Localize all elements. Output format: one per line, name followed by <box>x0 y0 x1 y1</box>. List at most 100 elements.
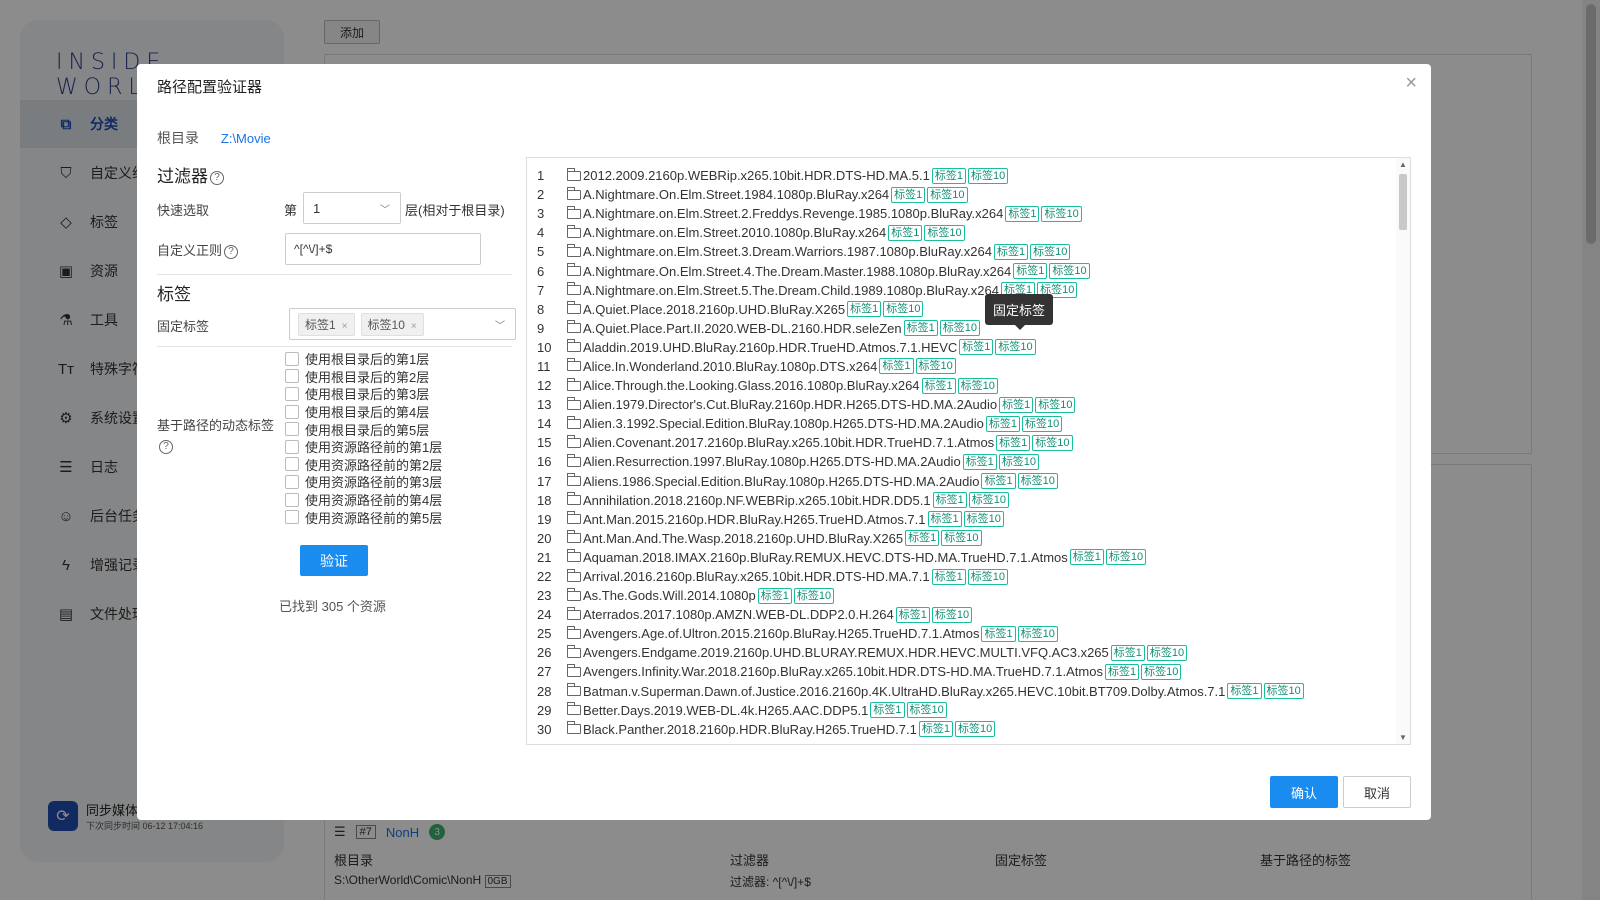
folder-icon <box>567 301 581 315</box>
dynamic-tag-option[interactable]: 使用根目录后的第3层 <box>285 385 442 403</box>
confirm-button[interactable]: 确认 <box>1270 776 1338 808</box>
checkbox[interactable] <box>285 439 299 454</box>
regex-input[interactable]: ^[^\/]+$ <box>285 233 481 265</box>
resource-tag: 标签1 <box>999 396 1034 413</box>
dynamic-tag-option[interactable]: 使用资源路径前的第1层 <box>285 438 442 456</box>
resource-tag: 标签10 <box>931 606 973 623</box>
resource-tag: 标签1 <box>905 530 940 547</box>
resource-name: Ant.Man.2015.2160p.HDR.BluRay.H265.TrueH… <box>583 511 926 527</box>
folder-icon <box>567 511 581 525</box>
list-item: 29 Better.Days.2019.WEB-DL.4k.H265.AAC.DD… <box>527 701 1304 720</box>
remove-tag-icon[interactable]: × <box>411 321 417 332</box>
checkbox[interactable] <box>285 422 299 437</box>
resource-name: A.Nightmare.on.Elm.Street.2010.1080p.Blu… <box>583 225 887 241</box>
close-icon[interactable]: × <box>1405 72 1417 95</box>
dynamic-tag-option[interactable]: 使用根目录后的第1层 <box>285 350 442 368</box>
resource-tag: 标签10 <box>995 339 1036 356</box>
list-scrollbar[interactable]: ▲ ▼ <box>1396 158 1410 744</box>
resource-name: Avengers.Infinity.War.2018.2160p.BluRay.… <box>583 664 1103 680</box>
fixed-tags-select[interactable]: 标签1 × 标签10 × ﹀ <box>289 308 516 340</box>
found-count-text: 已找到 305 个资源 <box>279 599 386 614</box>
folder-icon <box>567 683 581 697</box>
list-item: 4 A.Nightmare.on.Elm.Street.2010.1080p.Bl… <box>527 223 1304 242</box>
resource-tag: 标签1 <box>895 606 930 623</box>
resource-tag: 标签1 <box>959 339 994 356</box>
checkbox[interactable] <box>285 474 299 489</box>
dynamic-tag-option[interactable]: 使用根目录后的第2层 <box>285 368 442 386</box>
resource-name: A.Nightmare.On.Elm.Street.4.The.Dream.Ma… <box>583 263 1012 279</box>
filter-section-title: 过滤器 <box>157 167 208 186</box>
quick-select-label: 快速选取 <box>157 203 210 218</box>
help-icon[interactable]: ? <box>159 439 173 454</box>
resource-tag: 标签10 <box>967 568 1008 585</box>
row-number: 21 <box>537 549 552 565</box>
dynamic-tag-option[interactable]: 使用资源路径前的第2层 <box>285 456 442 474</box>
resource-tag: 标签10 <box>1017 625 1058 642</box>
resource-tag: 标签1 <box>903 320 938 337</box>
resource-tag: 标签10 <box>1041 205 1082 222</box>
cancel-button[interactable]: 取消 <box>1343 776 1411 808</box>
checkbox[interactable] <box>285 492 299 507</box>
checkbox[interactable] <box>285 457 299 472</box>
folder-icon <box>567 224 581 238</box>
resource-tag: 标签10 <box>968 492 1009 509</box>
checkbox[interactable] <box>285 386 299 401</box>
dynamic-tag-option[interactable]: 使用根目录后的第5层 <box>285 420 442 438</box>
resource-name: Aterrados.2017.1080p.AMZN.WEB-DL.DDP2.0.… <box>583 607 894 623</box>
resource-name: A.Nightmare.on.Elm.Street.3.Dream.Warrio… <box>583 244 992 260</box>
checkbox-label: 使用根目录后的第2层 <box>305 369 430 385</box>
remove-tag-icon[interactable]: × <box>342 321 348 332</box>
resource-name: Alien.3.1992.Special.Edition.BluRay.1080… <box>583 416 984 432</box>
checkbox[interactable] <box>285 510 299 525</box>
scroll-up-icon[interactable]: ▲ <box>1399 160 1407 169</box>
checkbox[interactable] <box>285 404 299 419</box>
level-prefix: 第 <box>284 203 298 218</box>
checkbox-label: 使用资源路径前的第2层 <box>305 457 443 473</box>
resource-name: Alice.Through.the.Looking.Glass.2016.108… <box>583 378 920 394</box>
tag-chip[interactable]: 标签10 × <box>360 312 424 336</box>
resource-tag: 标签1 <box>962 453 997 470</box>
verify-button[interactable]: 验证 <box>300 545 368 576</box>
list-item: 28 Batman.v.Superman.Dawn.of.Justice.2016… <box>527 682 1304 701</box>
tags-section-title: 标签 <box>157 285 191 304</box>
row-number: 1 <box>537 168 545 184</box>
resource-tag: 标签10 <box>915 358 956 375</box>
resource-name: Avengers.Endgame.2019.2160p.UHD.BLURAY.R… <box>583 645 1109 661</box>
row-number: 13 <box>537 397 552 413</box>
row-number: 19 <box>537 511 552 527</box>
resource-tag: 标签1 <box>993 243 1029 260</box>
dynamic-tag-option[interactable]: 使用资源路径前的第3层 <box>285 473 442 491</box>
help-icon[interactable]: ? <box>224 244 239 259</box>
row-number: 16 <box>537 454 552 470</box>
dynamic-tag-option[interactable]: 使用资源路径前的第5层 <box>285 508 442 526</box>
resource-tag: 标签10 <box>998 453 1040 470</box>
list-item: 7 A.Nightmare.on.Elm.Street.5.The.Dream.C… <box>527 281 1304 300</box>
dynamic-tag-option[interactable]: 使用根目录后的第4层 <box>285 403 442 421</box>
folder-icon <box>567 205 581 219</box>
row-number: 30 <box>537 721 552 737</box>
resource-name: A.Nightmare.on.Elm.Street.2.Freddys.Reve… <box>583 206 1004 222</box>
checkbox-label: 使用根目录后的第4层 <box>305 405 430 421</box>
resource-tag: 标签10 <box>1021 415 1063 432</box>
resource-tag: 标签1 <box>1104 663 1140 680</box>
scroll-down-icon[interactable]: ▼ <box>1399 733 1407 742</box>
resource-name: 2012.2009.2160p.WEBRip.x265.10bit.HDR.DT… <box>583 168 930 184</box>
resource-tag: 标签1 <box>1013 263 1048 280</box>
row-number: 14 <box>537 416 552 432</box>
dynamic-tag-option[interactable]: 使用资源路径前的第4层 <box>285 491 442 509</box>
list-item: 9 A.Quiet.Place.Part.II.2020.WEB-DL.2160.… <box>527 319 1304 338</box>
scroll-thumb[interactable] <box>1399 174 1407 230</box>
level-select[interactable]: 1 ﹀ <box>303 192 401 224</box>
checkbox[interactable] <box>285 369 299 384</box>
folder-icon <box>567 625 581 639</box>
resource-name: Alien.1979.Director's.Cut.BluRay.2160p.H… <box>583 397 998 413</box>
resource-name: Avengers.Age.of.Ultron.2015.2160p.BluRay… <box>583 626 980 642</box>
level-suffix: 层(相对于根目录) <box>405 203 505 218</box>
checkbox[interactable] <box>285 351 299 366</box>
resource-tag: 标签10 <box>1141 663 1182 680</box>
resource-name: A.Quiet.Place.Part.II.2020.WEB-DL.2160.H… <box>583 320 902 336</box>
list-item: 14 Alien.3.1992.Special.Edition.BluRay.10… <box>527 414 1304 433</box>
help-icon[interactable]: ? <box>210 170 224 185</box>
resource-name: Black.Panther.2018.2160p.HDR.BluRay.H265… <box>583 721 917 737</box>
tag-chip[interactable]: 标签1 × <box>298 312 355 336</box>
